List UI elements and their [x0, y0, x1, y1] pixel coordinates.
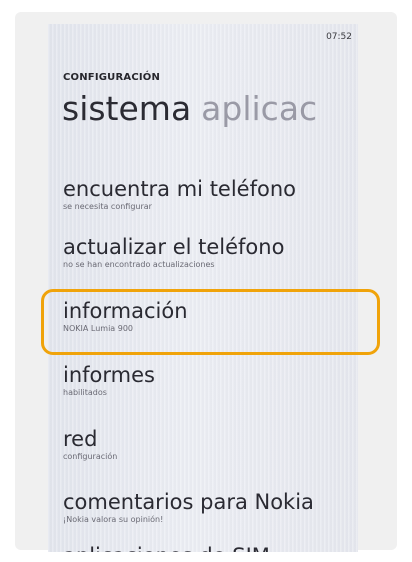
settings-item-title: red	[63, 427, 98, 451]
settings-item-title: comentarios para Nokia	[63, 490, 314, 514]
pivot-tab-sistema[interactable]: sistema	[62, 89, 191, 128]
settings-item-find-phone[interactable]: encuentra mi teléfono se necesita config…	[63, 176, 358, 212]
pivot-tab-aplicaciones[interactable]: aplicac	[201, 89, 317, 128]
settings-item-subtitle: se necesita configurar	[63, 202, 152, 211]
settings-item-subtitle: configuración	[63, 452, 118, 461]
phone-screen: 07:52 CONFIGURACIÓN sistema aplicac encue…	[48, 24, 358, 552]
settings-item-about[interactable]: información NOKIA Lumia 900	[63, 298, 358, 334]
settings-item-subtitle: no se han encontrado actualizaciones	[63, 260, 215, 269]
settings-item-subtitle: habilitados	[63, 388, 107, 397]
page-title: CONFIGURACIÓN	[63, 72, 161, 83]
settings-item-title: actualizar el teléfono	[63, 235, 285, 259]
status-time: 07:52	[326, 32, 352, 42]
settings-item-title: encuentra mi teléfono	[63, 177, 296, 201]
settings-item-network[interactable]: red configuración	[63, 426, 358, 462]
settings-item-title: informes	[63, 363, 155, 387]
settings-item-reports[interactable]: informes habilitados	[63, 362, 358, 398]
settings-item-sim-apps[interactable]: aplicaciones de SIM	[63, 543, 358, 552]
pivot-header: sistema aplicac	[62, 90, 317, 128]
settings-item-title: aplicaciones de SIM	[63, 543, 358, 552]
settings-item-subtitle: ¡Nokia valora su opinión!	[63, 515, 164, 524]
settings-item-title: información	[63, 299, 188, 323]
settings-item-nokia-feedback[interactable]: comentarios para Nokia ¡Nokia valora su …	[63, 489, 358, 525]
settings-item-subtitle: NOKIA Lumia 900	[63, 324, 134, 333]
settings-item-update-phone[interactable]: actualizar el teléfono no se han encontr…	[63, 234, 358, 270]
